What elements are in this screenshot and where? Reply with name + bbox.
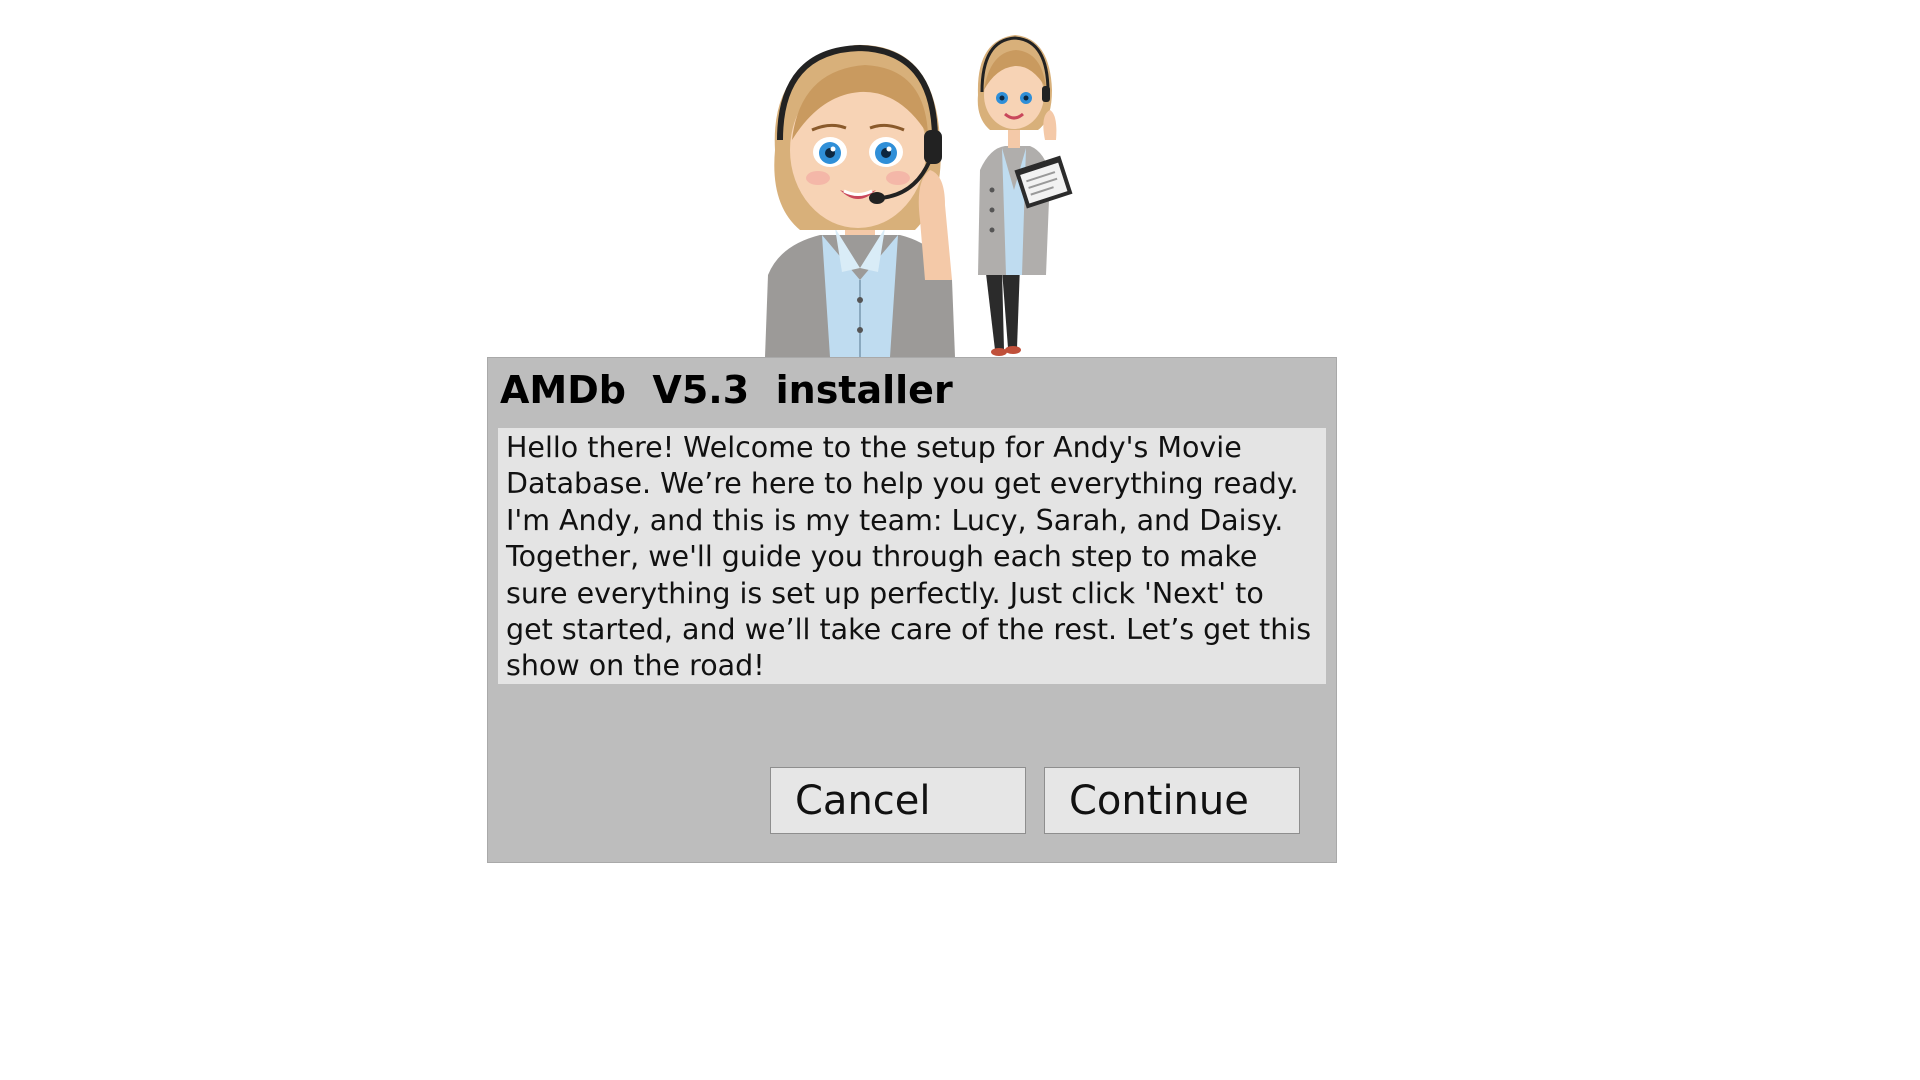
cancel-button[interactable]: Cancel — [770, 767, 1026, 834]
continue-button[interactable]: Continue — [1044, 767, 1300, 834]
welcome-message-box: Hello there! Welcome to the setup for An… — [498, 428, 1326, 684]
dialog-title: AMDb V5.3 installer — [500, 368, 953, 412]
support-agents-illustration — [765, 35, 1073, 357]
support-agent-full-body — [977, 35, 1073, 356]
installer-dialog: AMDb V5.3 installer Hello there! Welcome… — [487, 357, 1337, 863]
support-agent-portrait — [765, 44, 955, 357]
screen: AMDb V5.3 installer Hello there! Welcome… — [0, 0, 1920, 1080]
welcome-message: Hello there! Welcome to the setup for An… — [506, 431, 1312, 683]
